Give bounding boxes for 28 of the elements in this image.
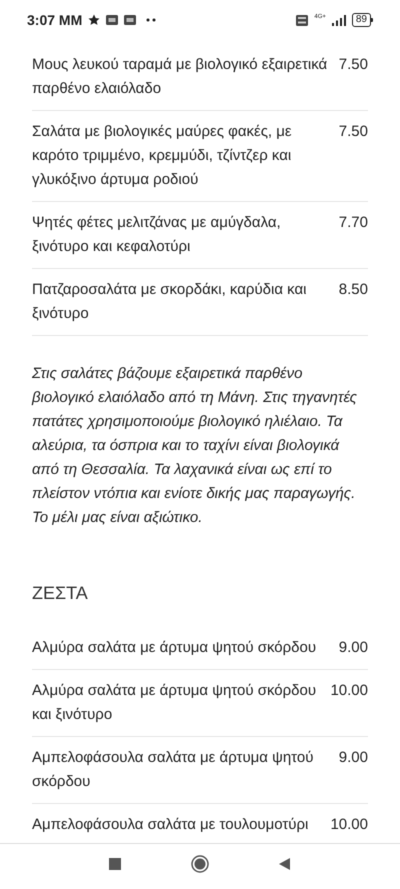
star-icon: [88, 14, 100, 26]
dish-name: Αμπελοφάσουλα σαλάτα με άρτυμα ψητού σκόρδου: [32, 748, 314, 792]
dish-price: 8.50: [338, 280, 368, 300]
more-icon: [146, 18, 156, 22]
dish-name: Αλμύρα σαλάτα με άρτυμα ψητού σκόρδου και ξινότυρο: [32, 681, 318, 725]
dish-price: 9.00: [338, 638, 368, 658]
dish-price: 7.50: [338, 55, 368, 75]
home-button[interactable]: [191, 854, 209, 872]
back-button[interactable]: [279, 858, 291, 870]
section-heading: ΖΕΣΤΑ: [32, 582, 89, 605]
dish-price: 7.50: [338, 122, 368, 142]
dish-name: Πατζαροσαλάτα με σκορδάκι, καρύδια και ξινότυρο: [32, 280, 308, 324]
app-icon: [106, 15, 118, 25]
dish-price: 10.00: [330, 681, 368, 701]
recents-button[interactable]: [109, 858, 121, 870]
dish-price: 10.00: [330, 815, 368, 835]
battery-icon: 89: [352, 13, 373, 27]
dish-name: Ψητές φέτες μελιτζάνας με αμύγδαλα, ξινότυρο και κεφαλοτύρι: [32, 213, 282, 257]
dish-price: 9.00: [338, 748, 368, 768]
dish-name: Μους λευκού ταραμά με βιολογικό εξαιρετικά παρθένο ελαιόλαδο: [32, 55, 328, 99]
dish-name: Αλμύρα σαλάτα με άρτυμα ψητού σκόρδου: [32, 638, 318, 658]
app-icon: [124, 15, 136, 25]
signal-icon: [332, 14, 346, 26]
dish-price: 7.70: [338, 213, 368, 233]
dish-name: Αμπελοφάσουλα σαλάτα με τουλουμοτύρι: [32, 815, 310, 835]
status-time: 3:07 MM: [27, 10, 82, 30]
dish-name: Σαλάτα με βιολογικές μαύρες φακές, με καρότο τριμμένο, κρεμμύδι, τζίντζερ και γλυκόξινο άρτυμα ροδιού: [32, 122, 293, 190]
menu-note: Στις σαλάτες βάζουμε εξαιρετικά παρθένο βιολογικό ελαιόλαδο από τη Μάνη. Στις τηγανητές πατάτες χρησιμοποιούμε βιολογικό ηλιέλαιο. Τα αλεύρια, τα όσπρια και το ταχίνι είναι βιολογικά από τη Θεσσαλία. Τα λαχανικά είναι ως επί το πλείστον ντόπια και ενίοτε δικής μας παραγωγής. Το μέλι μας είναι αξιώτικο.: [32, 364, 358, 528]
